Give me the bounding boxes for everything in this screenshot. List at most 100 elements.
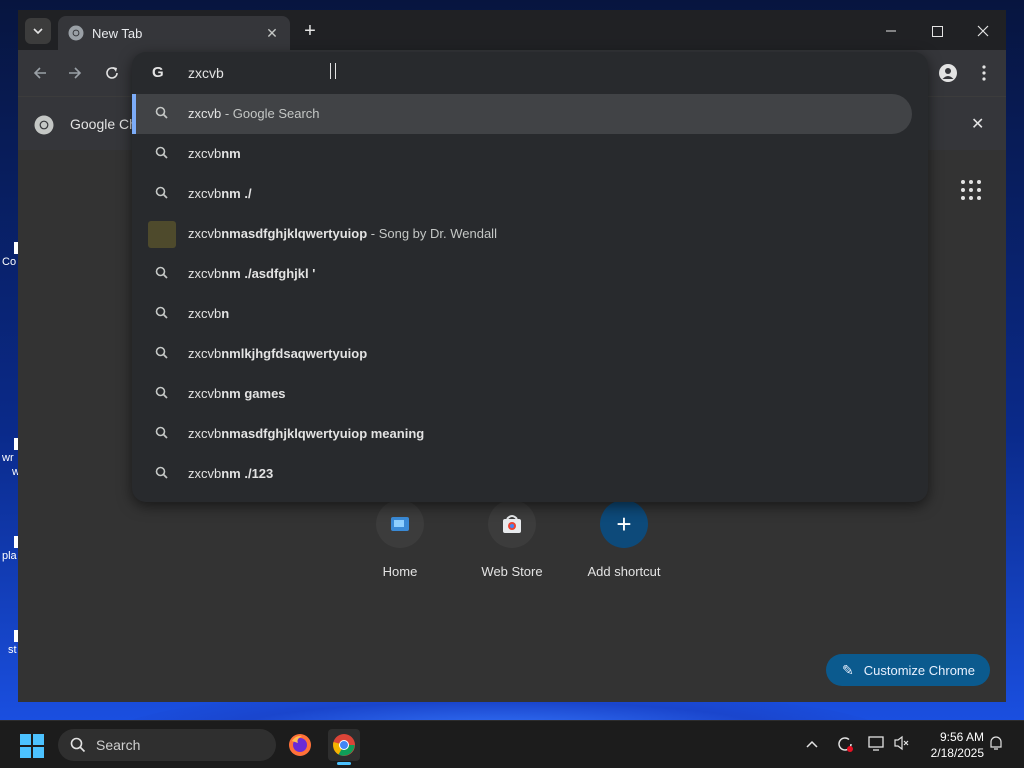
search-icon	[155, 306, 168, 319]
suggestion-completion: nm games	[221, 386, 286, 401]
profile-button[interactable]	[935, 60, 961, 86]
omnibox-suggestion[interactable]: zxcvbnmlkjhgfdsaqwertyuiop	[132, 334, 912, 374]
suggestion-completion: nm ./123	[221, 466, 274, 481]
minimize-button[interactable]	[868, 16, 914, 46]
suggestion-typed: zxcvb	[188, 426, 222, 441]
suggestion-text: zxcvbnm ./123	[188, 466, 273, 481]
omnibox-suggestion[interactable]: zxcvbn	[132, 294, 912, 334]
clock-time: 9:56 AM	[939, 730, 984, 744]
omnibox-input[interactable]: zxcvb	[188, 65, 224, 81]
search-icon	[155, 266, 168, 279]
taskbar-search-placeholder: Search	[96, 737, 141, 753]
chrome-icon	[333, 734, 355, 756]
suggestion-completion: nmlkjhgfdsaqwertyuiop	[221, 346, 368, 361]
album-thumbnail-icon	[148, 221, 176, 248]
suggestion-typed: zxcvb	[188, 226, 222, 241]
search-icon	[155, 346, 168, 359]
tab-search-button[interactable]	[25, 18, 51, 44]
windows-start-icon[interactable]	[20, 734, 44, 758]
close-infobar-icon[interactable]: ✕	[971, 114, 984, 134]
menu-button[interactable]	[971, 60, 997, 86]
sync-icon[interactable]	[836, 735, 854, 756]
shortcut-add[interactable]: + Add shortcut	[568, 500, 680, 579]
close-window-button[interactable]	[960, 16, 1006, 46]
suggestion-completion: nmasdfghjklqwertyuiop meaning	[221, 426, 425, 441]
suggestion-typed: zxcvb	[188, 346, 222, 361]
reload-icon	[106, 67, 118, 79]
suggestion-completion: n	[221, 306, 230, 321]
close-tab-icon[interactable]: ✕	[262, 23, 282, 43]
google-apps-icon[interactable]	[961, 180, 981, 200]
network-icon[interactable]	[868, 735, 886, 754]
firefox-taskbar-button[interactable]	[284, 729, 316, 761]
shortcut-label: Web Store	[481, 564, 543, 579]
omnibox-suggestion[interactable]: zxcvbnm ./	[132, 174, 912, 214]
desktop-icon-label: pla	[2, 550, 17, 562]
omnibox-suggestion[interactable]: zxcvbnm games	[132, 374, 912, 414]
omnibox-suggestion[interactable]: zxcvb - Google Search	[132, 94, 912, 134]
omnibox-suggestion[interactable]: zxcvbnmasdfghjklqwertyuiop meaning	[132, 414, 912, 454]
maximize-button[interactable]	[914, 16, 960, 46]
maximize-icon	[931, 25, 943, 37]
desktop-icon-label: wr	[2, 452, 14, 464]
taskbar-search[interactable]: Search	[58, 729, 276, 761]
omnibox-dropdown: G zxcvb zxcvb - Google Search zxcvbnm zxcv…	[132, 52, 928, 502]
suggestion-text: zxcvbn	[188, 306, 229, 321]
google-g-icon: G	[152, 64, 164, 81]
omnibox-suggestion[interactable]: zxcvbnm ./asdfghjkl '	[132, 254, 912, 294]
clock[interactable]: 9:56 AM 2/18/2025	[922, 729, 984, 761]
minimize-icon	[886, 30, 896, 32]
omnibox-suggestion[interactable]: zxcvbnm ./123	[132, 454, 912, 494]
suggestion-text: zxcvb - Google Search	[188, 106, 320, 121]
search-icon	[155, 146, 168, 159]
suggestion-completion: nm ./asdfghjkl '	[221, 266, 316, 281]
suggestion-typed: zxcvb	[188, 106, 222, 121]
notification-bell-icon[interactable]	[988, 735, 1004, 754]
search-icon	[155, 186, 168, 199]
suggestion-text: zxcvbnmlkjhgfdsaqwertyuiop	[188, 346, 367, 361]
suggestion-text: zxcvbnm ./	[188, 186, 252, 201]
search-icon	[155, 106, 168, 119]
tab-new-tab[interactable]: New Tab ✕	[58, 16, 290, 50]
search-icon	[70, 737, 86, 753]
text-cursor-icon	[330, 63, 336, 79]
chrome-logo-icon	[68, 25, 84, 41]
chrome-logo-icon	[34, 115, 54, 135]
bookmark-item-label[interactable]: Google Ch	[70, 116, 137, 132]
chevron-up-icon[interactable]	[806, 735, 818, 751]
back-button[interactable]	[27, 60, 53, 86]
suggestion-typed: zxcvb	[188, 186, 222, 201]
suggestion-text: zxcvbnmasdfghjklqwertyuiop meaning	[188, 426, 424, 441]
new-tab-button[interactable]: +	[298, 20, 322, 44]
suggestion-typed: zxcvb	[188, 386, 222, 401]
reload-button[interactable]	[99, 60, 125, 86]
volume-muted-icon[interactable]	[894, 735, 910, 754]
suggestion-text: zxcvbnm ./asdfghjkl '	[188, 266, 315, 281]
suggestion-description: - Google Search	[221, 106, 320, 121]
address-bar[interactable]: G zxcvb	[132, 52, 928, 94]
suggestion-completion: nmasdfghjklqwertyuiop	[221, 226, 368, 241]
suggestion-typed: zxcvb	[188, 266, 222, 281]
shortcut-web-store[interactable]: Web Store	[456, 500, 568, 579]
close-icon	[977, 25, 989, 37]
shortcut-home[interactable]: Home	[344, 500, 456, 579]
suggestion-typed: zxcvb	[188, 306, 222, 321]
suggestion-text: zxcvbnmasdfghjklqwertyuiop - Song by Dr.…	[188, 226, 497, 241]
suggestion-typed: zxcvb	[188, 146, 222, 161]
pencil-icon: ✎	[842, 661, 854, 678]
taskbar: Search 9:56 AM 2/18/2025	[0, 720, 1024, 768]
shortcut-label: Add shortcut	[587, 564, 661, 579]
tab-title: New Tab	[92, 25, 143, 41]
shortcut-label: Home	[382, 564, 418, 579]
home-shortcut-icon	[376, 500, 424, 548]
add-icon: +	[600, 500, 648, 548]
omnibox-suggestion[interactable]: zxcvbnm	[132, 134, 912, 174]
profile-avatar-icon	[939, 64, 957, 82]
three-dots-vertical-icon	[982, 65, 986, 81]
search-icon	[155, 386, 168, 399]
customize-chrome-button[interactable]: ✎ Customize Chrome	[826, 654, 990, 686]
desktop-icon-label: st	[8, 644, 17, 656]
omnibox-suggestion[interactable]: zxcvbnmasdfghjklqwertyuiop - Song by Dr.…	[132, 214, 912, 254]
chrome-taskbar-button[interactable]	[328, 729, 360, 765]
forward-button[interactable]	[62, 60, 88, 86]
